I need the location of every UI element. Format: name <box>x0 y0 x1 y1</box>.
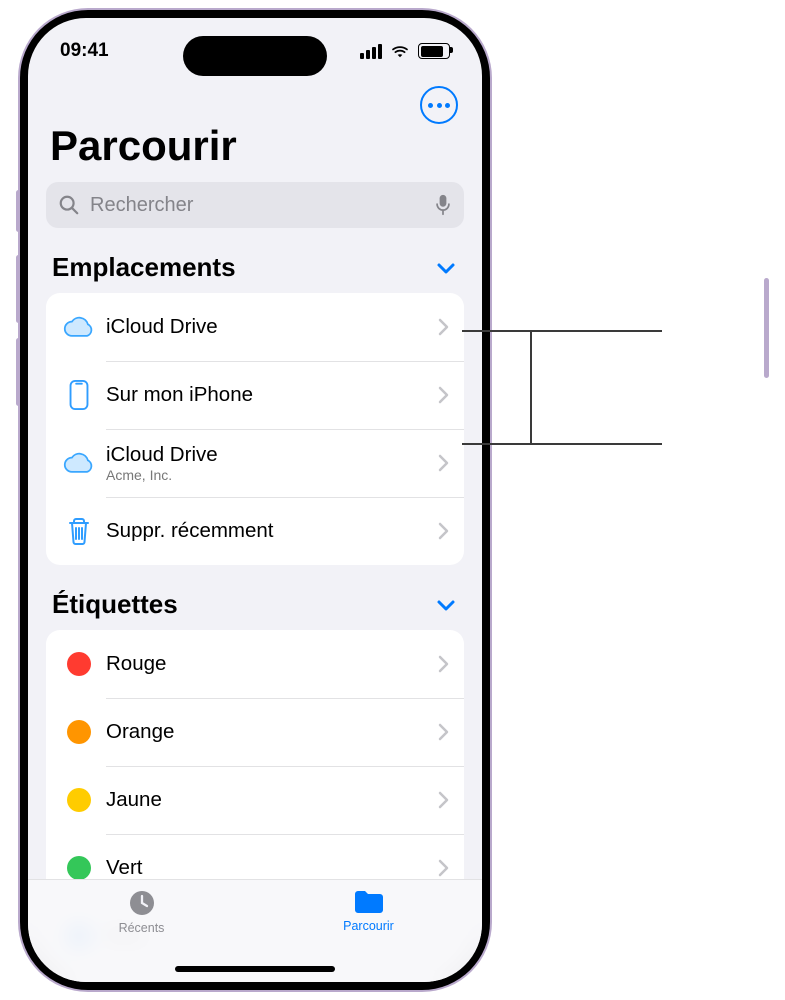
list-item-label: Suppr. récemment <box>106 519 438 543</box>
screen: 09:41 Parcourir <box>28 18 482 982</box>
locations-list: iCloud Drive Sur mon iPhone <box>46 293 464 565</box>
clock-icon <box>127 888 157 918</box>
color-dot-icon <box>67 788 91 812</box>
location-icloud-drive-acme[interactable]: iCloud Drive Acme, Inc. <box>46 429 464 497</box>
callout-leader <box>462 443 662 445</box>
chevron-right-icon <box>438 859 450 877</box>
cellular-signal-icon <box>360 44 382 59</box>
tab-label: Récents <box>119 921 165 935</box>
tab-browse[interactable]: Parcourir <box>255 888 482 933</box>
chevron-right-icon <box>438 522 450 540</box>
home-indicator[interactable] <box>175 966 335 972</box>
location-recently-deleted[interactable]: Suppr. récemment <box>46 497 464 565</box>
search-input[interactable] <box>88 193 426 218</box>
chevron-right-icon <box>438 655 450 673</box>
iphone-icon <box>60 379 98 411</box>
trash-icon <box>60 516 98 546</box>
icloud-icon <box>60 314 98 340</box>
chevron-right-icon <box>438 318 450 336</box>
list-item-label: Rouge <box>106 652 438 676</box>
content-scroll: Parcourir Emplacements <box>28 18 482 982</box>
list-item-label: Jaune <box>106 788 438 812</box>
icloud-icon <box>60 450 98 476</box>
dynamic-island <box>183 36 327 76</box>
list-item-label: Sur mon iPhone <box>106 383 438 407</box>
tab-bar: Récents Parcourir <box>28 879 482 982</box>
tags-title: Étiquettes <box>52 589 178 620</box>
list-item-label: Orange <box>106 720 438 744</box>
tags-header[interactable]: Étiquettes <box>52 589 458 620</box>
chevron-right-icon <box>438 791 450 809</box>
search-field[interactable] <box>46 182 464 228</box>
tag-rouge[interactable]: Rouge <box>46 630 464 698</box>
status-time: 09:41 <box>60 40 109 62</box>
chevron-down-icon <box>434 593 458 617</box>
tag-jaune[interactable]: Jaune <box>46 766 464 834</box>
wifi-icon <box>390 44 410 58</box>
locations-title: Emplacements <box>52 252 236 283</box>
color-dot-icon <box>67 652 91 676</box>
tag-orange[interactable]: Orange <box>46 698 464 766</box>
battery-icon <box>418 43 450 59</box>
side-button-power <box>764 278 769 378</box>
list-item-label: iCloud Drive <box>106 443 438 467</box>
page-title: Parcourir <box>50 122 464 170</box>
chevron-right-icon <box>438 723 450 741</box>
more-menu-button[interactable] <box>420 86 458 124</box>
location-icloud-drive[interactable]: iCloud Drive <box>46 293 464 361</box>
list-item-label: iCloud Drive <box>106 315 438 339</box>
callout-leader <box>530 330 532 443</box>
chevron-right-icon <box>438 386 450 404</box>
tab-recents[interactable]: Récents <box>28 888 255 935</box>
color-dot-icon <box>67 856 91 880</box>
ellipsis-icon <box>428 103 450 108</box>
location-on-my-iphone[interactable]: Sur mon iPhone <box>46 361 464 429</box>
list-item-sublabel: Acme, Inc. <box>106 467 438 483</box>
tab-label: Parcourir <box>343 919 394 933</box>
chevron-right-icon <box>438 454 450 472</box>
chevron-down-icon <box>434 256 458 280</box>
callout-leader <box>462 330 662 332</box>
search-icon <box>58 194 80 216</box>
list-item-label: Vert <box>106 856 438 880</box>
mic-icon[interactable] <box>434 194 452 216</box>
phone-frame: 09:41 Parcourir <box>20 10 490 990</box>
color-dot-icon <box>67 720 91 744</box>
locations-header[interactable]: Emplacements <box>52 252 458 283</box>
folder-icon <box>352 888 386 916</box>
